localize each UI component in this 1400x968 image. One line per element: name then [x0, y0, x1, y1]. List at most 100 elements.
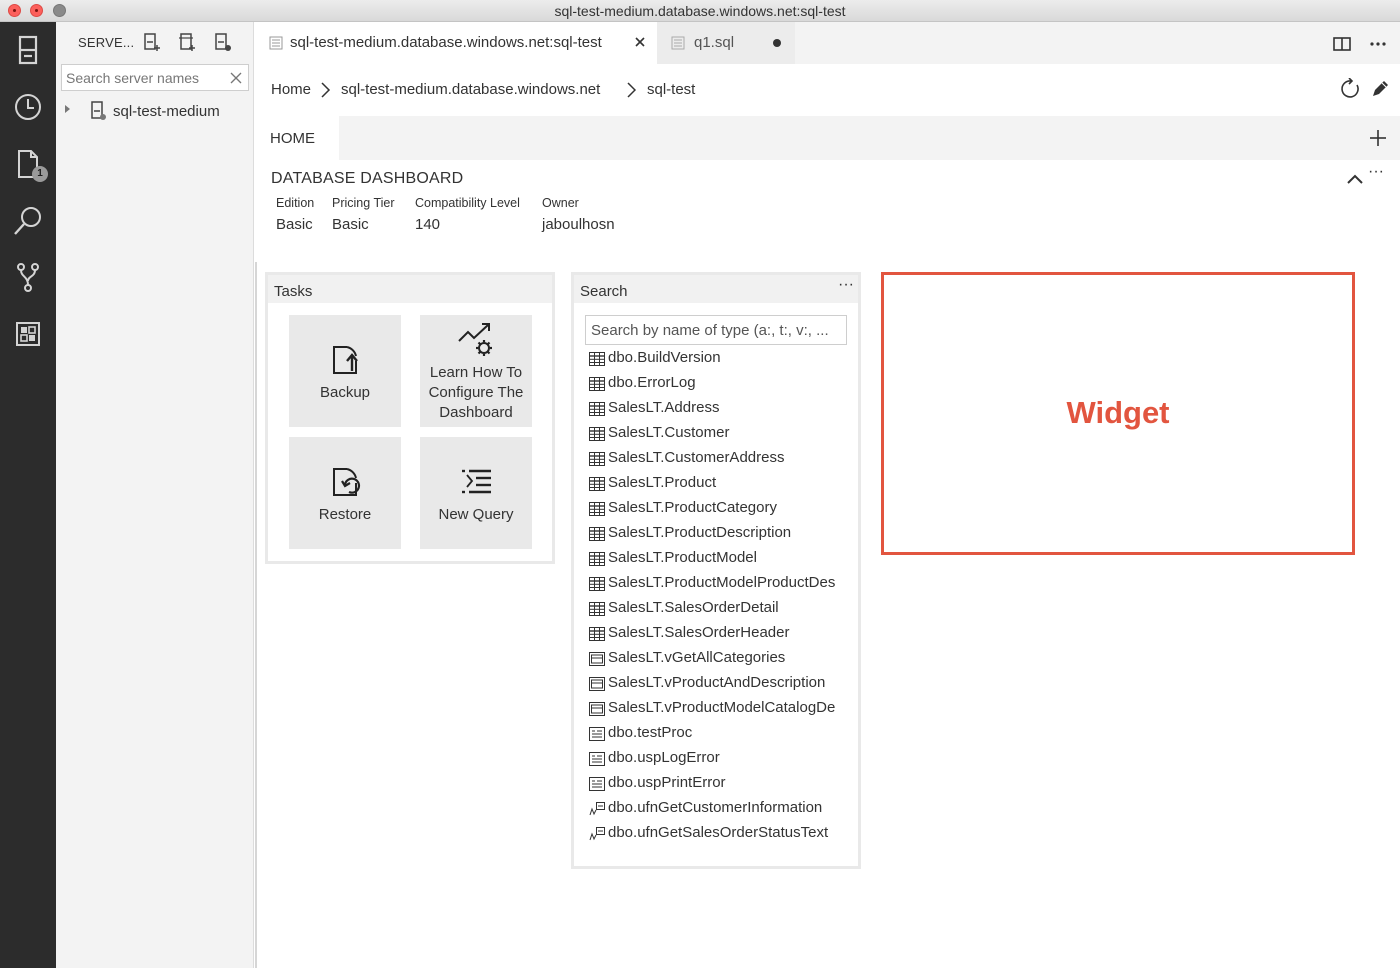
search-widget-header: Search ···	[574, 275, 858, 303]
table-icon	[589, 452, 605, 466]
search-result-item[interactable]: dbo.uspPrintError	[589, 772, 849, 797]
task-label: Learn How To Configure The Dashboard	[428, 364, 524, 421]
breadcrumb-home[interactable]: Home	[271, 81, 311, 98]
tab-q1-sql[interactable]: q1.sql	[657, 22, 795, 64]
new-server-group-icon[interactable]	[177, 32, 197, 52]
property-value: jaboulhosn	[542, 216, 615, 233]
extensions-icon[interactable]	[12, 318, 44, 350]
search-widget-title: Search	[580, 283, 628, 300]
search-result-item[interactable]: dbo.ufnGetCustomerInformation	[589, 797, 849, 822]
search-result-item[interactable]: dbo.testProc	[589, 722, 849, 747]
search-widget: Search ··· dbo.BuildVersion dbo.ErrorLog S…	[571, 272, 861, 869]
property-label: Compatibility Level	[415, 196, 520, 210]
tab-dashboard[interactable]: sql-test-medium.database.windows.net:sql…	[255, 22, 657, 64]
refresh-icon[interactable]	[1340, 77, 1362, 100]
task-backup[interactable]: Backup	[289, 315, 401, 427]
view-icon	[589, 677, 605, 691]
table-icon	[589, 552, 605, 566]
clear-search-icon[interactable]	[229, 71, 243, 85]
backup-icon	[333, 346, 358, 374]
view-icon	[589, 702, 605, 716]
search-result-item[interactable]: SalesLT.ProductCategory	[589, 497, 849, 522]
property-value: 140	[415, 216, 441, 233]
dashboard-more-icon[interactable]: ···	[1368, 164, 1388, 182]
split-editor-icon[interactable]	[1332, 34, 1352, 54]
table-icon	[589, 352, 605, 366]
search-icon[interactable]	[12, 205, 44, 237]
activity-bar: 1	[0, 22, 56, 968]
new-connection-icon[interactable]	[142, 32, 162, 52]
collapse-chevron-icon[interactable]	[1346, 172, 1364, 186]
add-tab-icon[interactable]	[1368, 128, 1388, 148]
breadcrumb-database[interactable]: sql-test	[647, 81, 695, 98]
search-result-item[interactable]: dbo.ErrorLog	[589, 372, 849, 397]
search-result-item[interactable]: dbo.ufnGetSalesOrderStatusText	[589, 822, 849, 847]
task-learn-configure[interactable]: Learn How To Configure The Dashboard	[420, 315, 532, 427]
table-icon	[589, 602, 605, 616]
search-result-label: dbo.ErrorLog	[608, 374, 696, 391]
more-actions-icon[interactable]	[1368, 34, 1388, 54]
search-result-label: SalesLT.vProductModelCatalogDe	[608, 699, 836, 716]
breadcrumb-server[interactable]: sql-test-medium.database.windows.net	[341, 81, 600, 98]
search-result-item[interactable]: SalesLT.ProductModelProductDes	[589, 572, 849, 597]
table-icon	[589, 402, 605, 416]
editor-tab-bar: sql-test-medium.database.windows.net:sql…	[255, 22, 1400, 64]
task-restore[interactable]: Restore	[289, 437, 401, 549]
search-result-item[interactable]: SalesLT.SalesOrderDetail	[589, 597, 849, 622]
unsaved-dot-icon[interactable]	[773, 39, 781, 47]
search-result-item[interactable]: SalesLT.Address	[589, 397, 849, 422]
content-divider	[255, 262, 257, 968]
search-result-item[interactable]: SalesLT.Product	[589, 472, 849, 497]
object-search-input[interactable]	[591, 320, 841, 340]
search-results-list: dbo.BuildVersion dbo.ErrorLog SalesLT.Addr…	[589, 347, 849, 847]
property-label: Edition	[276, 196, 315, 210]
search-result-item[interactable]: SalesLT.ProductDescription	[589, 522, 849, 547]
tasks-widget: Tasks Backup Learn How To Configure The …	[265, 272, 555, 564]
search-result-label: dbo.uspPrintError	[608, 774, 726, 791]
edit-pencil-icon[interactable]	[1369, 78, 1391, 100]
dashboard-tab-bar: HOME	[255, 116, 1400, 160]
tab-home[interactable]: HOME	[255, 116, 339, 160]
table-icon	[589, 377, 605, 391]
property-compatibility-level: Compatibility Level 140	[415, 196, 520, 233]
search-result-label: dbo.ufnGetCustomerInformation	[608, 799, 823, 816]
explorer-icon[interactable]: 1	[12, 148, 48, 182]
table-icon	[589, 427, 605, 441]
server-search-input[interactable]	[66, 67, 226, 88]
server-search-box	[61, 64, 249, 91]
expand-chevron-icon[interactable]	[65, 105, 70, 113]
search-result-item[interactable]: SalesLT.CustomerAddress	[589, 447, 849, 472]
search-result-label: SalesLT.vGetAllCategories	[608, 649, 786, 666]
new-query-icon	[462, 469, 491, 494]
active-connections-icon[interactable]	[213, 32, 233, 52]
source-control-icon[interactable]	[12, 261, 44, 293]
explorer-badge: 1	[32, 166, 48, 182]
servers-icon[interactable]	[12, 34, 44, 66]
search-result-item[interactable]: SalesLT.vProductAndDescription	[589, 672, 849, 697]
table-icon	[589, 527, 605, 541]
history-icon[interactable]	[12, 91, 44, 123]
search-result-item[interactable]: dbo.BuildVersion	[589, 347, 849, 372]
tab-label: sql-test-medium.database.windows.net:sql…	[290, 34, 602, 51]
server-tree-item[interactable]: sql-test-medium	[56, 100, 254, 122]
task-new-query[interactable]: New Query	[420, 437, 532, 549]
close-tab-icon[interactable]	[633, 35, 647, 49]
placeholder-widget: Widget	[881, 272, 1355, 555]
search-result-item[interactable]: SalesLT.vGetAllCategories	[589, 647, 849, 672]
search-result-label: dbo.testProc	[608, 724, 693, 741]
search-result-label: dbo.ufnGetSalesOrderStatusText	[608, 824, 829, 841]
search-result-item[interactable]: SalesLT.SalesOrderHeader	[589, 622, 849, 647]
table-icon	[589, 502, 605, 516]
search-result-item[interactable]: dbo.uspLogError	[589, 747, 849, 772]
search-result-item[interactable]: SalesLT.ProductModel	[589, 547, 849, 572]
search-result-item[interactable]: SalesLT.vProductModelCatalogDe	[589, 697, 849, 722]
procedure-icon	[589, 752, 605, 766]
search-result-label: dbo.BuildVersion	[608, 349, 721, 366]
search-result-label: SalesLT.ProductCategory	[608, 499, 777, 516]
view-icon	[589, 652, 605, 666]
search-result-item[interactable]: SalesLT.Customer	[589, 422, 849, 447]
search-result-label: SalesLT.ProductModelProductDes	[608, 574, 836, 591]
editor-area: sql-test-medium.database.windows.net:sql…	[255, 22, 1400, 968]
sidebar-title: SERVE...	[78, 35, 135, 50]
search-widget-more-icon[interactable]: ···	[838, 277, 854, 293]
